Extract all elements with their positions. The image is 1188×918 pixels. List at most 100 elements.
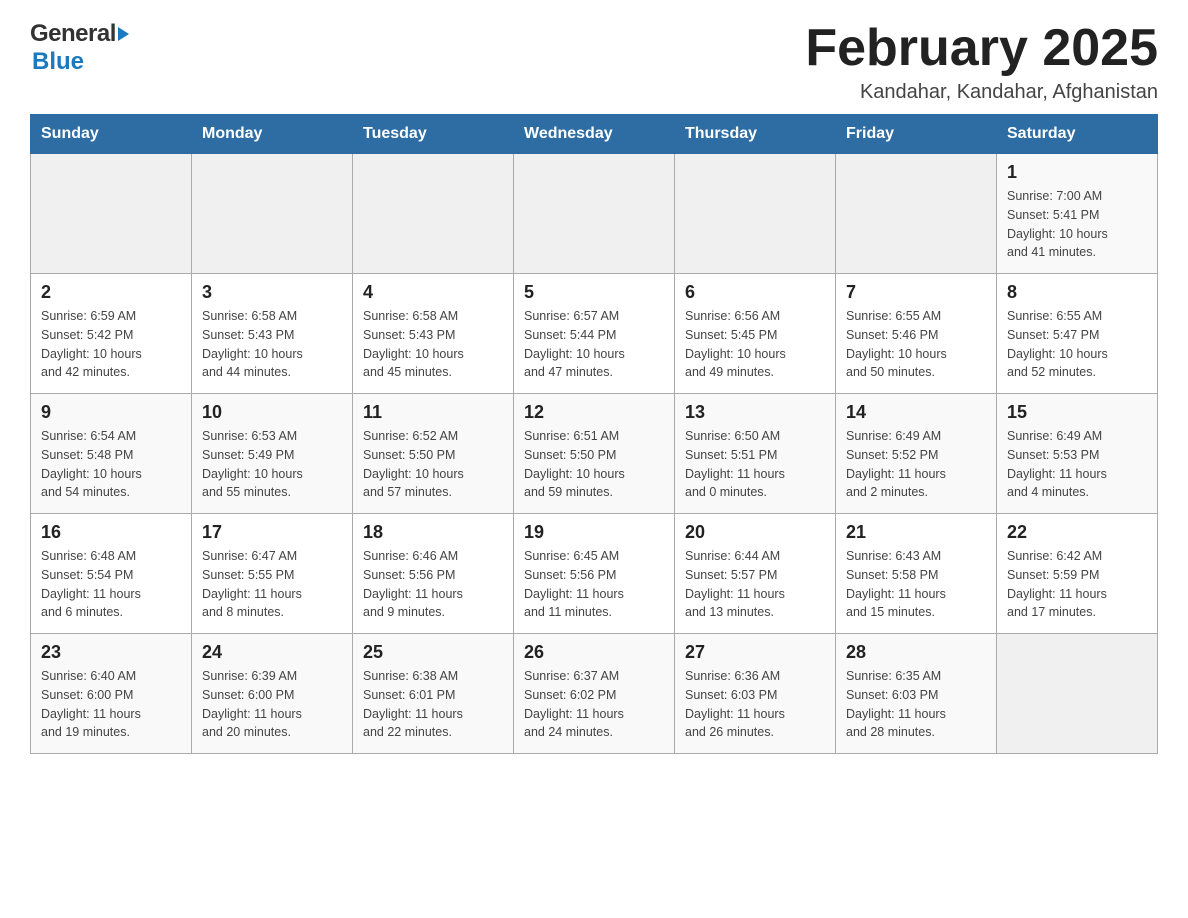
calendar-cell: 25 Sunrise: 6:38 AMSunset: 6:01 PMDayligh… [353, 634, 514, 754]
calendar-cell: 21 Sunrise: 6:43 AMSunset: 5:58 PMDayligh… [836, 514, 997, 634]
calendar-cell: 17Sunrise: 6:47 AMSunset: 5:55 PMDayligh… [192, 514, 353, 634]
calendar-cell [31, 154, 192, 274]
weekday-header-tuesday: Tuesday [353, 115, 514, 154]
logo-arrow-icon [118, 27, 129, 41]
calendar-week-row: 1 Sunrise: 7:00 AMSunset: 5:41 PMDaylight… [31, 154, 1158, 274]
logo: General Blue [30, 20, 129, 76]
calendar-week-row: 23 Sunrise: 6:40 AMSunset: 6:00 PMDayligh… [31, 634, 1158, 754]
calendar-cell [836, 154, 997, 274]
day-info: Sunrise: 6:55 AMSunset: 5:46 PMDaylight:… [846, 307, 986, 382]
day-number: 1 [1007, 162, 1147, 183]
day-number: 24 [202, 642, 342, 663]
calendar-week-row: 9 Sunrise: 6:54 AMSunset: 5:48 PMDaylight… [31, 394, 1158, 514]
day-number: 2 [41, 282, 181, 303]
day-number: 8 [1007, 282, 1147, 303]
calendar-cell: 3 Sunrise: 6:58 AMSunset: 5:43 PMDaylight… [192, 274, 353, 394]
day-number: 5 [524, 282, 664, 303]
day-info: Sunrise: 6:38 AMSunset: 6:01 PMDaylight:… [363, 667, 503, 742]
calendar-cell: 14 Sunrise: 6:49 AMSunset: 5:52 PMDayligh… [836, 394, 997, 514]
day-info: Sunrise: 6:35 AMSunset: 6:03 PMDaylight:… [846, 667, 986, 742]
calendar-cell: 18 Sunrise: 6:46 AMSunset: 5:56 PMDayligh… [353, 514, 514, 634]
calendar-cell: 16 Sunrise: 6:48 AMSunset: 5:54 PMDayligh… [31, 514, 192, 634]
day-info: Sunrise: 7:00 AMSunset: 5:41 PMDaylight:… [1007, 187, 1147, 262]
day-info: Sunrise: 6:55 AMSunset: 5:47 PMDaylight:… [1007, 307, 1147, 382]
day-number: 23 [41, 642, 181, 663]
weekday-header-thursday: Thursday [675, 115, 836, 154]
day-info: Sunrise: 6:54 AMSunset: 5:48 PMDaylight:… [41, 427, 181, 502]
day-number: 15 [1007, 402, 1147, 423]
day-info: Sunrise: 6:58 AMSunset: 5:43 PMDaylight:… [363, 307, 503, 382]
calendar-cell: 2Sunrise: 6:59 AMSunset: 5:42 PMDaylight… [31, 274, 192, 394]
calendar-cell: 5 Sunrise: 6:57 AMSunset: 5:44 PMDaylight… [514, 274, 675, 394]
day-number: 18 [363, 522, 503, 543]
day-info: Sunrise: 6:46 AMSunset: 5:56 PMDaylight:… [363, 547, 503, 622]
page-header: General Blue February 2025 Kandahar, Kan… [30, 20, 1158, 104]
day-info: Sunrise: 6:52 AMSunset: 5:50 PMDaylight:… [363, 427, 503, 502]
day-info: Sunrise: 6:53 AMSunset: 5:49 PMDaylight:… [202, 427, 342, 502]
day-info: Sunrise: 6:57 AMSunset: 5:44 PMDaylight:… [524, 307, 664, 382]
calendar-cell [353, 154, 514, 274]
weekday-header-sunday: Sunday [31, 115, 192, 154]
logo-blue-text: Blue [32, 48, 84, 75]
calendar-cell: 19 Sunrise: 6:45 AMSunset: 5:56 PMDayligh… [514, 514, 675, 634]
month-title: February 2025 [805, 20, 1158, 77]
calendar-cell: 6Sunrise: 6:56 AMSunset: 5:45 PMDaylight… [675, 274, 836, 394]
calendar-cell: 24 Sunrise: 6:39 AMSunset: 6:00 PMDayligh… [192, 634, 353, 754]
calendar-week-row: 16 Sunrise: 6:48 AMSunset: 5:54 PMDayligh… [31, 514, 1158, 634]
day-number: 16 [41, 522, 181, 543]
day-number: 22 [1007, 522, 1147, 543]
calendar-body: 1 Sunrise: 7:00 AMSunset: 5:41 PMDaylight… [31, 154, 1158, 754]
day-number: 11 [363, 402, 503, 423]
calendar-cell: 15 Sunrise: 6:49 AMSunset: 5:53 PMDayligh… [997, 394, 1158, 514]
day-number: 25 [363, 642, 503, 663]
day-number: 28 [846, 642, 986, 663]
day-info: Sunrise: 6:48 AMSunset: 5:54 PMDaylight:… [41, 547, 181, 622]
day-number: 26 [524, 642, 664, 663]
day-number: 6 [685, 282, 825, 303]
calendar-cell: 26 Sunrise: 6:37 AMSunset: 6:02 PMDayligh… [514, 634, 675, 754]
day-number: 20 [685, 522, 825, 543]
day-info: Sunrise: 6:37 AMSunset: 6:02 PMDaylight:… [524, 667, 664, 742]
day-info: Sunrise: 6:49 AMSunset: 5:52 PMDaylight:… [846, 427, 986, 502]
calendar-cell: 4 Sunrise: 6:58 AMSunset: 5:43 PMDaylight… [353, 274, 514, 394]
day-number: 27 [685, 642, 825, 663]
day-info: Sunrise: 6:58 AMSunset: 5:43 PMDaylight:… [202, 307, 342, 382]
day-number: 12 [524, 402, 664, 423]
day-number: 10 [202, 402, 342, 423]
calendar-table: SundayMondayTuesdayWednesdayThursdayFrid… [30, 114, 1158, 754]
calendar-cell: 27 Sunrise: 6:36 AMSunset: 6:03 PMDayligh… [675, 634, 836, 754]
day-number: 21 [846, 522, 986, 543]
calendar-cell: 10 Sunrise: 6:53 AMSunset: 5:49 PMDayligh… [192, 394, 353, 514]
calendar-cell: 9 Sunrise: 6:54 AMSunset: 5:48 PMDaylight… [31, 394, 192, 514]
day-info: Sunrise: 6:43 AMSunset: 5:58 PMDaylight:… [846, 547, 986, 622]
logo-general-text: General [30, 20, 116, 48]
calendar-cell [192, 154, 353, 274]
day-number: 9 [41, 402, 181, 423]
calendar-cell [675, 154, 836, 274]
day-info: Sunrise: 6:40 AMSunset: 6:00 PMDaylight:… [41, 667, 181, 742]
day-number: 19 [524, 522, 664, 543]
calendar-cell: 8 Sunrise: 6:55 AMSunset: 5:47 PMDaylight… [997, 274, 1158, 394]
calendar-cell: 7Sunrise: 6:55 AMSunset: 5:46 PMDaylight… [836, 274, 997, 394]
day-info: Sunrise: 6:42 AMSunset: 5:59 PMDaylight:… [1007, 547, 1147, 622]
day-info: Sunrise: 6:51 AMSunset: 5:50 PMDaylight:… [524, 427, 664, 502]
calendar-cell: 28 Sunrise: 6:35 AMSunset: 6:03 PMDayligh… [836, 634, 997, 754]
day-info: Sunrise: 6:39 AMSunset: 6:00 PMDaylight:… [202, 667, 342, 742]
calendar-cell: 12 Sunrise: 6:51 AMSunset: 5:50 PMDayligh… [514, 394, 675, 514]
weekday-header-wednesday: Wednesday [514, 115, 675, 154]
day-info: Sunrise: 6:49 AMSunset: 5:53 PMDaylight:… [1007, 427, 1147, 502]
calendar-cell: 22 Sunrise: 6:42 AMSunset: 5:59 PMDayligh… [997, 514, 1158, 634]
day-number: 14 [846, 402, 986, 423]
calendar-header: SundayMondayTuesdayWednesdayThursdayFrid… [31, 115, 1158, 154]
day-number: 4 [363, 282, 503, 303]
calendar-cell: 23 Sunrise: 6:40 AMSunset: 6:00 PMDayligh… [31, 634, 192, 754]
day-number: 13 [685, 402, 825, 423]
day-number: 17 [202, 522, 342, 543]
title-section: February 2025 Kandahar, Kandahar, Afghan… [805, 20, 1158, 104]
day-info: Sunrise: 6:36 AMSunset: 6:03 PMDaylight:… [685, 667, 825, 742]
weekday-header-monday: Monday [192, 115, 353, 154]
calendar-cell [514, 154, 675, 274]
day-info: Sunrise: 6:45 AMSunset: 5:56 PMDaylight:… [524, 547, 664, 622]
calendar-cell: 11 Sunrise: 6:52 AMSunset: 5:50 PMDayligh… [353, 394, 514, 514]
day-number: 3 [202, 282, 342, 303]
